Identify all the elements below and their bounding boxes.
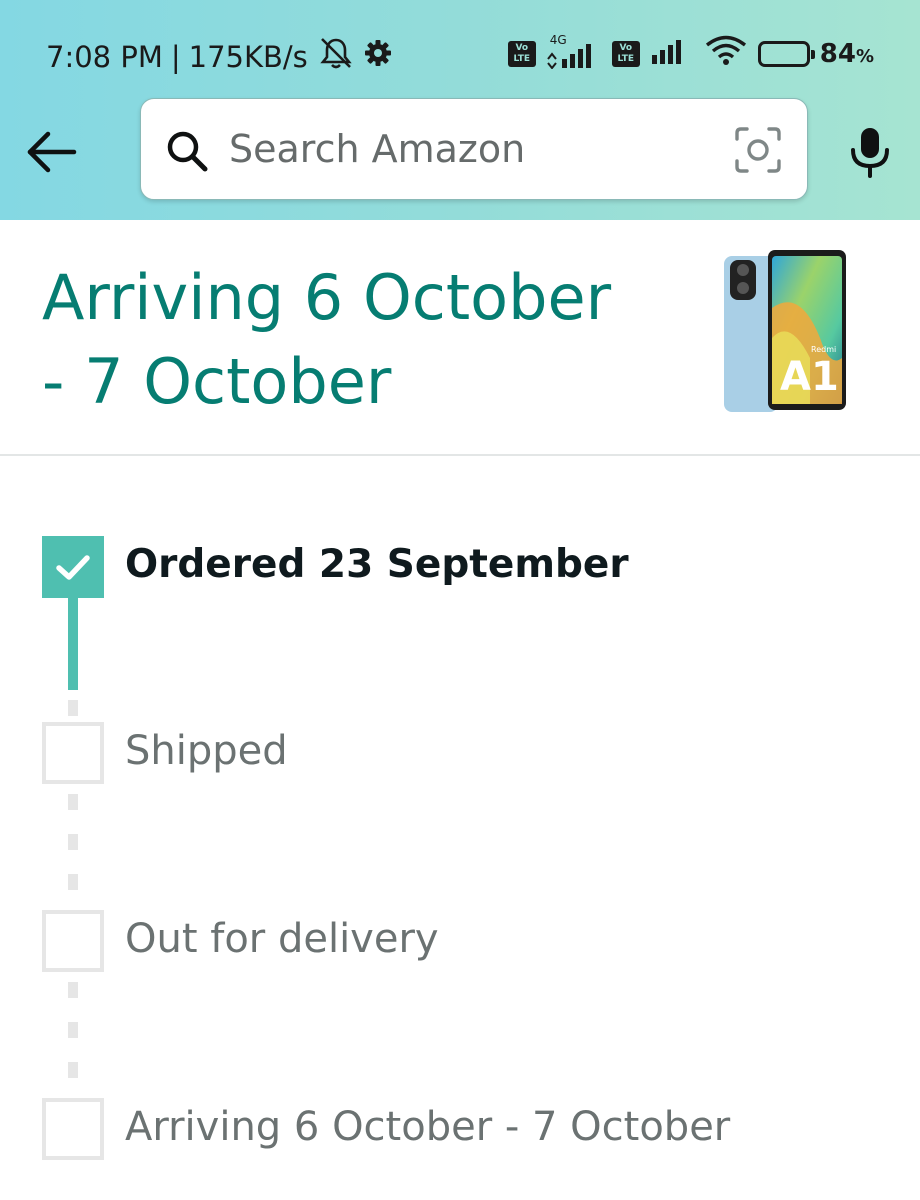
status-right: Vo LTE 4G Vo LTE 84%	[507, 33, 874, 73]
app-header: 7:08 PM | 175KB/s Vo LTE 4G Vo LTE 84% S…	[0, 0, 920, 220]
wifi-icon	[704, 34, 748, 73]
volte-badge-1: Vo LTE	[507, 40, 536, 67]
arrival-line-1: Arriving 6 October	[42, 261, 612, 334]
step-arriving: Arriving 6 October - 7 October	[42, 1098, 730, 1160]
progress-connector-dash	[68, 700, 78, 716]
step-label: Out for delivery	[125, 916, 439, 962]
status-bar: 7:08 PM | 175KB/s Vo LTE 4G Vo LTE 84%	[0, 28, 920, 78]
step-label: Shipped	[125, 728, 288, 774]
network-speed: 175KB/s	[188, 39, 308, 74]
voice-search-button[interactable]	[846, 124, 894, 180]
arrival-heading: Arriving 6 October - 7 October	[42, 256, 662, 424]
signal-icon: 4G	[546, 33, 602, 69]
step-checkbox	[42, 536, 104, 598]
battery-percent: 84%	[819, 38, 874, 69]
progress-connector-dash	[68, 834, 78, 850]
checkmark-icon	[56, 555, 90, 580]
section-divider	[0, 454, 920, 456]
search-bar[interactable]	[140, 98, 808, 200]
settings-icon	[364, 39, 392, 74]
progress-connector-dash	[68, 794, 78, 810]
progress-connector-dash	[68, 874, 78, 890]
product-brand-label: Redmi	[811, 345, 836, 354]
status-separator: |	[170, 39, 181, 74]
mute-icon	[318, 36, 354, 77]
step-checkbox	[42, 722, 104, 784]
progress-connector-dash	[68, 1062, 78, 1078]
microphone-icon	[851, 128, 889, 178]
step-checkbox	[42, 1098, 104, 1160]
step-checkbox	[42, 910, 104, 972]
signal-icon-2	[650, 35, 694, 72]
search-icon	[167, 131, 208, 172]
step-shipped: Shipped	[42, 722, 288, 784]
search-input[interactable]	[229, 119, 709, 179]
camera-icon[interactable]	[733, 125, 783, 175]
battery-icon	[757, 40, 815, 67]
step-label: Arriving 6 October - 7 October	[125, 1104, 731, 1150]
status-time: 7:08 PM	[46, 39, 163, 74]
product-model-label: A1	[780, 354, 839, 400]
step-ordered: Ordered 23 September	[42, 536, 629, 598]
back-arrow-icon	[27, 131, 77, 173]
back-button[interactable]	[24, 124, 80, 180]
arrival-line-2: - 7 October	[42, 345, 392, 418]
step-out-for-delivery: Out for delivery	[42, 910, 439, 972]
product-image[interactable]: Redmi A1	[720, 248, 850, 416]
progress-connector-dash	[68, 1022, 78, 1038]
progress-connector-dash	[68, 982, 78, 998]
status-left: 7:08 PM | 175KB/s	[46, 36, 392, 77]
volte-badge-2: Vo LTE	[611, 40, 640, 67]
step-label: Ordered 23 September	[125, 542, 629, 587]
progress-connector-complete	[68, 596, 78, 690]
